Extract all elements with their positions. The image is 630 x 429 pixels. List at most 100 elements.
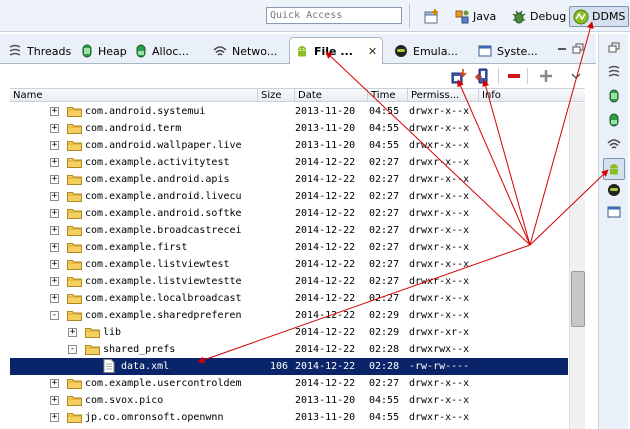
file-row[interactable]: data.xml 106 2014-12-22 02:28 -rw-rw---- <box>10 358 568 375</box>
file-time: 02:28 <box>369 361 400 372</box>
window-icon <box>478 45 492 57</box>
java-perspective-button[interactable]: Java <box>451 6 499 27</box>
open-perspective-button[interactable] <box>421 6 443 27</box>
threads-view-button[interactable] <box>606 64 622 80</box>
vertical-scrollbar[interactable] <box>569 103 585 429</box>
column-header-info[interactable]: Info <box>479 89 585 102</box>
folder-row[interactable]: + com.android.term 2013-11-20 04:55 drwxr-x-… <box>10 120 568 137</box>
file-permissions: drwxr-x--x <box>409 242 470 253</box>
expand-icon[interactable]: + <box>50 192 59 201</box>
folder-row[interactable]: - shared_prefs 2014-12-22 02:28 drwxrwx--x <box>10 341 568 358</box>
restore-button[interactable] <box>606 40 622 56</box>
collapse-icon[interactable]: - <box>68 345 77 354</box>
emulator-control-view-button[interactable] <box>606 182 622 198</box>
new-folder-button[interactable] <box>537 67 555 85</box>
maximize-view-button[interactable] <box>572 43 584 55</box>
file-name: lib <box>103 327 122 338</box>
expand-icon[interactable]: + <box>50 226 59 235</box>
column-header-permissions[interactable]: Permiss... <box>408 89 479 102</box>
file-date: 2014-12-22 <box>295 310 356 321</box>
close-icon[interactable]: ✕ <box>368 45 377 58</box>
tab-heap[interactable]: Heap <box>81 40 127 62</box>
android-icon <box>298 46 306 57</box>
folder-row[interactable]: + jp.co.omronsoft.openwnn 2013-11-20 04:55 d… <box>10 409 568 426</box>
file-permissions: drwxr-x--x <box>409 310 470 321</box>
network-icon <box>607 139 621 149</box>
push-file-button[interactable] <box>474 67 492 85</box>
debug-perspective-label: Debug <box>530 10 567 23</box>
file-name: com.example.android.livecu <box>85 191 242 202</box>
file-permissions: -rw-rw---- <box>409 361 470 372</box>
folder-row[interactable]: + com.example.android.softke 2014-12-22 02:… <box>10 205 568 222</box>
folder-row[interactable]: + com.example.android.apis 2014-12-22 02:27… <box>10 171 568 188</box>
minus-icon <box>508 74 520 78</box>
expand-icon[interactable]: + <box>50 141 59 150</box>
expand-icon[interactable]: + <box>50 294 59 303</box>
heap-view-button[interactable] <box>606 88 622 104</box>
expand-icon[interactable]: + <box>50 175 59 184</box>
column-header-date[interactable]: Date <box>295 89 368 102</box>
expand-icon[interactable]: + <box>50 158 59 167</box>
folder-row[interactable]: + com.example.listviewtestte 2014-12-22 02:… <box>10 273 568 290</box>
folder-row[interactable]: + com.svox.pico 2013-11-20 04:55 drwxr-x--x <box>10 392 568 409</box>
folder-row[interactable]: + com.example.broadcastrecei 2014-12-22 02:… <box>10 222 568 239</box>
allocation-icon <box>609 113 619 127</box>
tab-network[interactable]: Netwo... <box>213 40 277 62</box>
column-header-size[interactable]: Size <box>258 89 295 102</box>
tab-threads[interactable]: Threads <box>8 40 71 62</box>
window-icon <box>607 206 621 218</box>
folder-row[interactable]: + com.example.localbroadcast 2014-12-22 02:… <box>10 290 568 307</box>
folder-icon <box>67 395 82 406</box>
expand-icon[interactable]: + <box>50 243 59 252</box>
allocation-view-button[interactable] <box>606 112 622 128</box>
quick-access-input[interactable]: Quick Access <box>266 7 402 24</box>
expand-icon[interactable]: + <box>50 124 59 133</box>
file-time: 02:27 <box>369 242 400 253</box>
folder-icon <box>67 310 82 321</box>
file-permissions: drwxr-x--x <box>409 123 470 134</box>
file-name: com.example.listviewtest <box>85 259 230 270</box>
column-header-time[interactable]: Time <box>368 89 408 102</box>
scrollbar-thumb[interactable] <box>571 271 585 327</box>
view-menu-button[interactable] <box>567 67 585 85</box>
pull-file-button[interactable] <box>450 67 468 85</box>
tab-allocation[interactable]: Alloc... <box>135 40 189 62</box>
tab-file-explorer[interactable]: File ... ✕ <box>289 37 384 64</box>
folder-row[interactable]: + lib 2014-12-22 02:29 drwxr-xr-x <box>10 324 568 341</box>
delete-button[interactable] <box>505 67 523 85</box>
system-information-view-button[interactable] <box>606 204 622 220</box>
folder-row[interactable]: + com.android.wallpaper.live 2013-11-20 04:… <box>10 137 568 154</box>
tab-system-information[interactable]: Syste... <box>478 40 538 62</box>
column-header-name[interactable]: Name <box>10 89 258 102</box>
folder-row[interactable]: - com.example.sharedpreferen 2014-12-22 02:… <box>10 307 568 324</box>
expand-icon[interactable]: + <box>50 107 59 116</box>
folder-row[interactable]: + com.example.first 2014-12-22 02:27 drwxr-x… <box>10 239 568 256</box>
expand-icon[interactable]: + <box>50 277 59 286</box>
tab-emulator-control[interactable]: Emula... <box>394 40 458 62</box>
folder-row[interactable]: + com.android.systemui 2013-11-20 04:55 drwx… <box>10 103 568 120</box>
folder-row[interactable]: + com.example.listviewtest 2014-12-22 02:27… <box>10 256 568 273</box>
tab-network-label: Netwo... <box>232 44 278 58</box>
folder-row[interactable]: + com.example.activitytest 2014-12-22 02:27… <box>10 154 568 171</box>
expand-icon[interactable]: + <box>50 209 59 218</box>
debug-perspective-button[interactable]: Debug <box>508 6 569 27</box>
toolbar-separator <box>498 68 499 84</box>
expand-icon[interactable]: + <box>68 328 77 337</box>
file-explorer-view-button[interactable] <box>603 158 625 180</box>
file-time: 02:27 <box>369 276 400 287</box>
ddms-perspective-button[interactable]: DDMS <box>569 6 630 27</box>
collapse-icon[interactable]: - <box>50 311 59 320</box>
expand-icon[interactable]: + <box>50 260 59 269</box>
folder-row[interactable]: + com.example.usercontroldem 2014-12-22 02:… <box>10 375 568 392</box>
folder-row[interactable]: + com.example.android.livecu 2014-12-22 02:… <box>10 188 568 205</box>
allocation-icon <box>136 44 146 58</box>
expand-icon[interactable]: + <box>50 396 59 405</box>
file-time: 04:55 <box>369 412 400 423</box>
file-time: 02:28 <box>369 344 400 355</box>
folder-icon <box>67 174 82 185</box>
expand-icon[interactable]: + <box>50 379 59 388</box>
network-view-button[interactable] <box>606 136 622 152</box>
expand-icon[interactable]: + <box>50 413 59 422</box>
main-toolbar: Quick Access Java Debug DDMS <box>0 0 630 32</box>
minimize-view-button[interactable] <box>556 43 568 55</box>
